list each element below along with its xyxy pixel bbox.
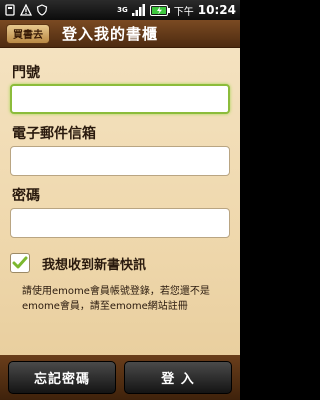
password-label: 密碼 [12,188,40,204]
network-type: 3G [117,5,128,14]
newsletter-checkbox[interactable] [10,253,30,273]
buy-books-back-button[interactable]: 買書去 [6,23,50,44]
clock-ampm: 下午 [173,6,194,18]
password-input[interactable] [10,208,230,238]
clock: 10:24 [197,3,236,17]
account-label: 門號 [12,65,40,81]
register-hint: 請使用emome會員帳號登錄，若您還不是emome會員，請至emome網站註冊 [22,286,210,312]
header-bar: 買書去 登入我的書櫃 [0,20,240,48]
newsletter-label: 我想收到新書快訊 [42,257,147,273]
network-icon: 3G [117,5,128,14]
usb-debug-icon [4,4,16,16]
shield-icon [36,4,48,16]
email-input[interactable] [10,146,230,176]
newsletter-row[interactable]: 我想收到新書快訊 [10,253,146,273]
login-button[interactable]: 登 入 [124,361,232,394]
battery-icon [149,4,170,16]
page-title: 登入我的書櫃 [62,25,159,43]
status-right-icons: 3G 下午 10:24 [117,3,236,18]
status-left-icons [4,4,48,16]
bottom-action-bar: 忘記密碼 登 入 [0,355,240,400]
signal-icon [131,4,146,16]
status-bar: 3G 下午 10:24 [0,0,240,20]
checkmark-icon [12,256,28,269]
warning-icon [20,4,32,16]
email-label: 電子郵件信箱 [12,126,96,142]
forgot-password-button[interactable]: 忘記密碼 [8,361,116,394]
login-form: 門號 電子郵件信箱 密碼 我想收到新書快訊 請使用emome會員帳號登錄，若您還… [0,48,240,355]
account-input[interactable] [10,84,230,114]
